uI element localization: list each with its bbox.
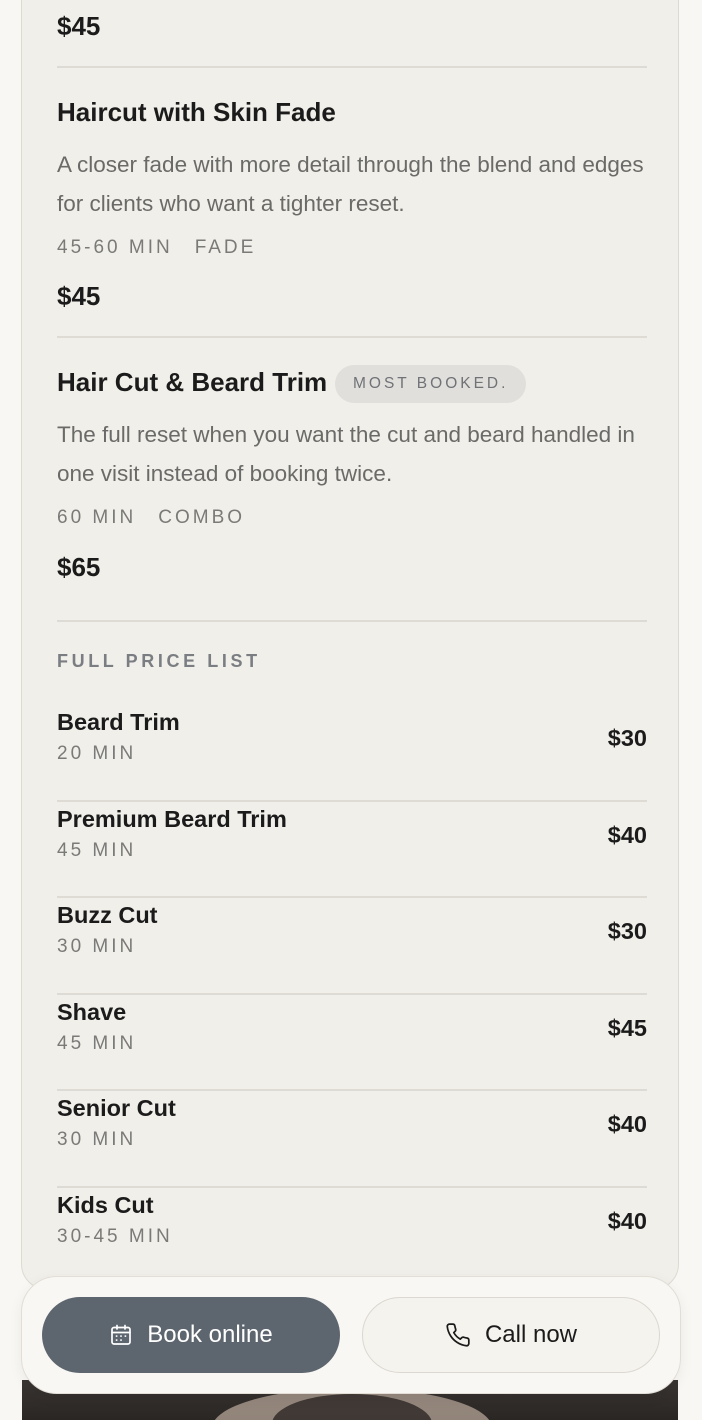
service-duration: 45-60 MIN	[57, 237, 173, 258]
service-title: Haircut with Skin Fade	[57, 97, 336, 127]
service-price: $65	[57, 552, 101, 582]
item-price: $30	[607, 918, 647, 944]
price-list: Beard Trim 20 MIN $30 Premium Beard Trim…	[57, 705, 647, 1284]
service-meta: 45-60 MIN FADE	[57, 237, 256, 259]
price-list-heading: FULL PRICE LIST	[57, 651, 261, 671]
service-meta: 60 MIN COMBO	[57, 507, 245, 529]
list-item: Premium Beard Trim 45 MIN $40	[57, 802, 647, 898]
list-item: Kids Cut 30-45 MIN $40	[57, 1188, 647, 1285]
divider	[57, 336, 647, 338]
item-name: Kids Cut	[57, 1191, 154, 1218]
item-name: Senior Cut	[57, 1095, 176, 1121]
service-description: The full reset when you want the cut and…	[57, 422, 635, 486]
list-item: Buzz Cut 30 MIN $30	[57, 898, 647, 995]
item-price: $40	[607, 821, 647, 848]
item-name: Shave	[57, 998, 127, 1025]
item-name: Buzz Cut	[57, 902, 158, 928]
service-tag: COMBO	[158, 507, 246, 528]
list-item: Senior Cut 30 MIN $40	[57, 1091, 647, 1188]
item-price: $30	[607, 725, 647, 751]
item-price: $40	[607, 1207, 647, 1234]
calendar-icon	[109, 1323, 133, 1347]
item-duration: 30-45 MIN	[57, 1225, 173, 1247]
phone-icon	[445, 1322, 471, 1348]
most-booked-badge: MOST BOOKED.	[335, 365, 527, 403]
service-price: $45	[57, 11, 101, 41]
item-duration: 45 MIN	[57, 839, 137, 861]
service-description: A closer fade with more detail through t…	[57, 152, 644, 216]
action-bar: Book online Call now	[21, 1276, 681, 1394]
book-online-label: Book online	[147, 1321, 273, 1348]
services-card: $45 Haircut with Skin Fade A closer fade…	[21, 0, 679, 1290]
list-item: Shave 45 MIN $45	[57, 995, 647, 1091]
call-now-button[interactable]: Call now	[362, 1297, 660, 1373]
divider	[57, 66, 647, 68]
service-price: $45	[57, 281, 101, 311]
item-name: Beard Trim	[57, 709, 180, 735]
item-duration: 30 MIN	[57, 936, 137, 957]
service-title: Hair Cut & Beard Trim	[57, 367, 328, 397]
call-now-label: Call now	[484, 1321, 578, 1348]
item-duration: 20 MIN	[57, 743, 137, 764]
item-price: $40	[607, 1111, 647, 1137]
item-duration: 45 MIN	[57, 1032, 137, 1054]
list-item: Beard Trim 20 MIN $30	[57, 705, 647, 802]
item-name: Premium Beard Trim	[57, 805, 287, 832]
item-price: $45	[607, 1014, 647, 1041]
divider	[57, 620, 647, 622]
service-tag: FADE	[194, 237, 257, 258]
item-duration: 30 MIN	[57, 1129, 137, 1150]
book-online-button[interactable]: Book online	[42, 1297, 340, 1373]
service-duration: 60 MIN	[57, 507, 137, 528]
